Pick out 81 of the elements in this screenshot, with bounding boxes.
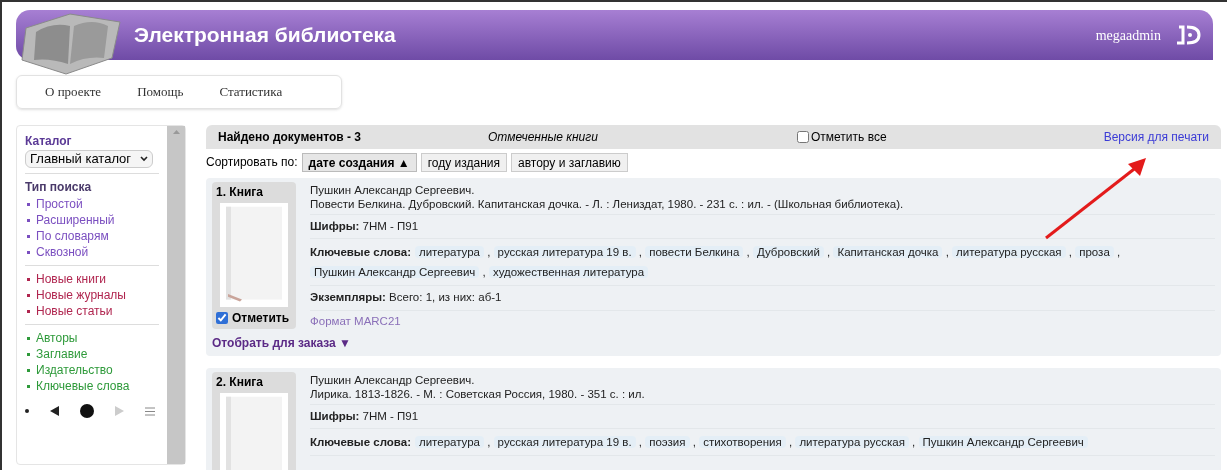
field-value: Всего: 1, из них: аб-1 bbox=[389, 291, 502, 304]
record-label: 2. Книга bbox=[216, 373, 264, 391]
sidebar-link[interactable]: Сквозной bbox=[36, 243, 89, 261]
field-label: Шифры: bbox=[310, 220, 360, 232]
search-type-label: Тип поиска bbox=[25, 179, 93, 196]
keyword-tag[interactable]: Пушкин Александр Сергеевич bbox=[918, 436, 1088, 448]
separator: , bbox=[638, 436, 642, 448]
sort-button[interactable]: году издания bbox=[420, 152, 507, 172]
keyword-tag[interactable]: Пушкин Александр Сергеевич bbox=[310, 266, 480, 279]
sidebar-link[interactable]: Издательство bbox=[36, 361, 113, 379]
found-count: Найдено документов - 3 bbox=[218, 129, 362, 146]
record-author: Пушкин Александр Сергеевич. bbox=[310, 183, 476, 197]
separator: , bbox=[827, 246, 831, 259]
keyword-tag[interactable]: русская литература 19 в. bbox=[493, 436, 636, 448]
separator: , bbox=[487, 436, 491, 448]
sort-label: Сортировать по: bbox=[206, 154, 298, 171]
circle-icon[interactable] bbox=[80, 404, 94, 418]
separator: , bbox=[746, 246, 750, 259]
separator: , bbox=[1068, 246, 1072, 259]
separator: , bbox=[912, 436, 916, 448]
sidebar-link[interactable]: Ключевые слова bbox=[36, 377, 130, 395]
user-name[interactable]: megaadmin bbox=[1095, 24, 1161, 46]
record-label: 1. Книга bbox=[216, 184, 264, 201]
record-author: Пушкин Александр Сергеевич. bbox=[310, 372, 476, 387]
field-value: 7НМ - П91 bbox=[362, 409, 419, 422]
separator: , bbox=[692, 436, 696, 448]
nav-link[interactable]: Статистика bbox=[219, 82, 283, 102]
record-description: Лирика. 1813-1826. - М. : Советская Россия, 1980. - 351 с. : ил. bbox=[310, 386, 646, 401]
keyword-tag[interactable]: литература русская bbox=[952, 246, 1066, 259]
nav-link[interactable]: О проекте bbox=[45, 82, 102, 102]
print-version-link[interactable]: Версия для печати bbox=[1103, 128, 1209, 146]
keyword-tag[interactable]: русская литература 19 в. bbox=[493, 246, 636, 259]
field-value: 7НМ - П91 bbox=[362, 220, 419, 232]
format-link[interactable]: Формат MARC21 bbox=[310, 314, 401, 327]
logout-icon[interactable] bbox=[1175, 24, 1201, 46]
previous-icon[interactable] bbox=[50, 406, 59, 416]
sidebar-link[interactable]: Новые статьи bbox=[36, 302, 113, 320]
mark-all-checkbox[interactable] bbox=[797, 131, 809, 143]
separator: , bbox=[638, 246, 642, 259]
sort-button[interactable]: дате создания ▲ bbox=[301, 152, 417, 172]
mark-label: Отметить bbox=[232, 310, 290, 327]
keyword-tag[interactable]: стихотворения bbox=[699, 436, 786, 448]
catalog-label: Каталог bbox=[25, 133, 73, 150]
keyword-tag[interactable]: литература bbox=[415, 436, 484, 448]
record-description: Повести Белкина. Дубровский. Капитанская дочка. - Л. : Лениздат, 1980. - 231 с. : ил. - (Школьная библиотека). bbox=[310, 197, 905, 211]
separator: , bbox=[945, 246, 949, 259]
keyword-tag[interactable]: Дубровский bbox=[752, 246, 824, 259]
sidebar-link[interactable]: Расширенный bbox=[36, 211, 115, 229]
sidebar-link[interactable]: Простой bbox=[36, 195, 83, 213]
separator: , bbox=[482, 266, 486, 279]
keyword-tag[interactable]: поэзия bbox=[645, 436, 690, 448]
dot-icon[interactable] bbox=[25, 409, 29, 413]
site-title: Электронная библиотека bbox=[134, 22, 396, 49]
separator: , bbox=[1117, 246, 1121, 259]
catalog-select[interactable]: Главный каталог bbox=[25, 150, 153, 168]
keyword-tag[interactable]: повести Белкина bbox=[645, 246, 744, 259]
mark-checkbox[interactable] bbox=[216, 312, 228, 324]
sidebar-link[interactable]: По словарям bbox=[36, 227, 109, 245]
marked-books-link[interactable]: Отмеченные книги bbox=[488, 128, 797, 146]
scrollbar[interactable] bbox=[167, 126, 185, 464]
sort-button[interactable]: автору и заглавию bbox=[511, 152, 628, 172]
keyword-tag[interactable]: литература bbox=[415, 246, 484, 259]
keyword-tag[interactable]: литература русская bbox=[795, 436, 909, 448]
keyword-tag[interactable]: проза bbox=[1075, 246, 1114, 259]
menu-icon[interactable] bbox=[145, 406, 155, 416]
keyword-tag[interactable]: Капитанская дочка bbox=[833, 246, 943, 259]
chevron-icon bbox=[140, 156, 148, 162]
sidebar-link[interactable]: Новые журналы bbox=[36, 286, 126, 304]
field-label: Ключевые слова: bbox=[310, 436, 411, 448]
sidebar-link[interactable]: Заглавие bbox=[36, 345, 88, 363]
order-link[interactable]: Отобрать для заказа ▼ bbox=[212, 333, 1215, 352]
separator: , bbox=[789, 436, 793, 448]
sidebar-link[interactable]: Новые книги bbox=[36, 270, 106, 288]
mark-all-label: Отметить все bbox=[811, 129, 887, 146]
separator: , bbox=[487, 246, 491, 259]
keyword-tag[interactable]: художественная литература bbox=[488, 266, 649, 279]
sidebar-link[interactable]: Авторы bbox=[36, 329, 78, 347]
field-label: Ключевые слова: bbox=[310, 246, 411, 259]
nav-link[interactable]: Помощь bbox=[137, 82, 184, 102]
field-label: Шифры: bbox=[310, 409, 360, 422]
field-label: Экземпляры: bbox=[310, 291, 386, 304]
